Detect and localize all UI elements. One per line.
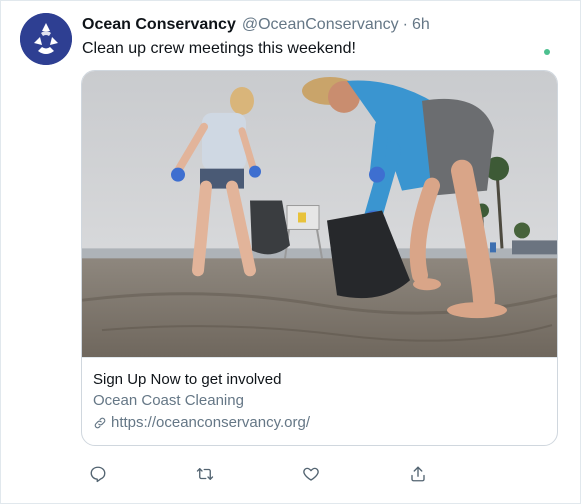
like-button[interactable] xyxy=(298,461,324,487)
card-title[interactable]: Sign Up Now to get involved xyxy=(93,370,281,390)
link-icon xyxy=(94,417,106,429)
like-icon xyxy=(303,467,319,481)
card-description: Ocean Coast Cleaning xyxy=(93,392,244,409)
tweet-text: Clean up crew meetings this weekend! xyxy=(82,40,356,57)
status-dot xyxy=(544,49,550,55)
tweet-card[interactable]: Ocean Conservancy @OceanConservancy · 6h Cl… xyxy=(0,0,581,504)
tweet-actions xyxy=(1,461,581,487)
reply-icon xyxy=(90,466,106,483)
card-url-text[interactable]: https://oceanconservancy.org/ xyxy=(111,412,310,434)
card-url[interactable]: https://oceanconservancy.org/ xyxy=(93,412,310,434)
author-name[interactable]: Ocean Conservancy xyxy=(82,16,236,33)
reply-button[interactable] xyxy=(85,461,111,487)
retweet-button[interactable] xyxy=(192,461,218,487)
ocean-conservancy-logo-icon xyxy=(20,13,72,65)
tweet-timestamp[interactable]: 6h xyxy=(412,16,430,33)
share-icon xyxy=(411,466,425,482)
separator: · xyxy=(402,16,408,33)
retweet-icon xyxy=(196,468,214,480)
share-button[interactable] xyxy=(405,461,431,487)
link-preview-card[interactable]: Sign Up Now to get involved Ocean Coast … xyxy=(81,70,558,446)
avatar[interactable] xyxy=(20,13,72,65)
author-handle[interactable]: @OceanConservancy xyxy=(242,16,399,33)
tweet-header: Ocean Conservancy @OceanConservancy · 6h xyxy=(82,15,430,35)
beach-cleanup-photo[interactable] xyxy=(82,71,558,358)
